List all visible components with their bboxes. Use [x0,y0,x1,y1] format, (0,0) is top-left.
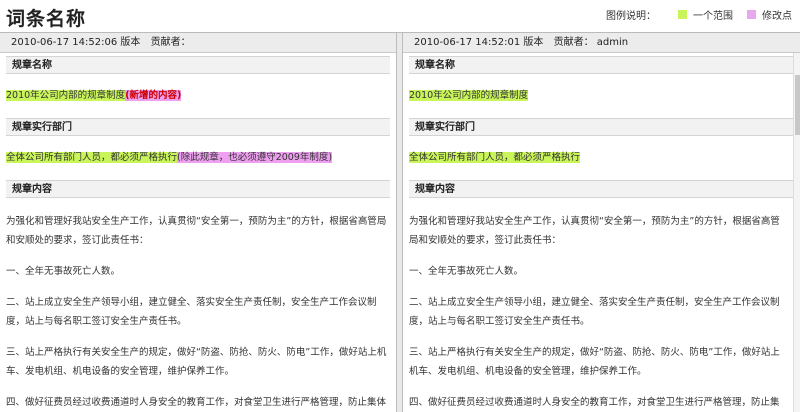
left-modification-highlight: (新增的内容) [125,90,182,101]
left-modification-highlight: (除此规章，也必须遵守2009年制度) [177,152,333,163]
right-version-header: 2010-06-17 14:52:01 版本 贡献者： admin [403,33,800,53]
right-paragraph: 三、站上严格执行有关安全生产的规定，做好“防盗、防抢、防火、防电”工作，做好站上… [409,347,780,377]
legend-item-scope-label: 一个范围 [693,11,733,22]
pane-divider[interactable] [396,33,403,412]
right-section-name-content: 2010年公司内部的规章制度 [403,89,800,102]
left-paragraph: 二、站上成立安全生产领导小组，建立健全、落实安全生产责任制，安全生产工作会议制度… [6,297,377,327]
left-section-heading-department: 规章实行部门 [6,118,390,136]
right-section-body: 为强化和管理好我站安全生产工作，认真贯彻“安全第一，预防为主”的方针，根据省高管… [403,212,800,412]
left-paragraph: 四、做好征费员经过收费通道时人身安全的教育工作，对食堂卫生进行严格管理，防止集体… [6,397,387,408]
legend-label: 图例说明： [606,11,656,22]
legend-item-modification-label: 修改点 [762,11,792,22]
legend-swatch-scope [678,10,687,19]
top-bar: 词条名称 图例说明： 一个范围 修改点 [0,0,800,32]
legend: 图例说明： 一个范围 修改点 [606,7,792,22]
page-title: 词条名称 [6,8,87,30]
right-contributor-name: admin [596,37,629,48]
right-section-heading-content: 规章内容 [409,180,794,198]
left-version-time: 2010-06-17 14:52:06 [11,37,118,48]
right-section-heading-department: 规章实行部门 [409,118,794,136]
right-paragraph: 二、站上成立安全生产领导小组，建立健全、落实安全生产责任制，安全生产工作会议制度… [409,297,780,327]
right-scope-highlight: 2010年公司内部的规章制度 [409,90,529,101]
left-contributor-label: 贡献者： [150,37,191,48]
legend-item-scope: 一个范围 [678,7,733,22]
left-scope-highlight: 2010年公司内部的规章制度 [6,90,126,101]
version-compare-view: 2010-06-17 14:52:06 版本 贡献者： 规章名称 2010年公司… [0,32,800,412]
left-section-name-content: 2010年公司内部的规章制度(新增的内容) [0,89,396,102]
left-section-department-content: 全体公司所有部门人员，都必须严格执行(除此规章，也必须遵守2009年制度) [0,151,396,164]
left-version-label: 版本 [120,37,141,48]
right-section-heading-name: 规章名称 [409,56,794,74]
right-version-label: 版本 [523,37,544,48]
legend-swatch-modification [747,10,756,19]
right-version-pane[interactable]: 2010-06-17 14:52:01 版本 贡献者： admin 规章名称 2… [403,33,800,412]
left-version-pane[interactable]: 2010-06-17 14:52:06 版本 贡献者： 规章名称 2010年公司… [0,33,396,412]
left-paragraph: 三、站上严格执行有关安全生产的规定，做好“防盗、防抢、防火、防电”工作，做好站上… [6,347,387,377]
right-scope-highlight: 全体公司所有部门人员，都必须严格执行 [409,152,581,163]
left-paragraph: 一、全年无事故死亡人数。 [6,266,121,277]
right-contributor-label: 贡献者： [553,37,594,48]
right-paragraph: 一、全年无事故死亡人数。 [409,266,524,277]
right-paragraph: 为强化和管理好我站安全生产工作，认真贯彻“安全第一，预防为主”的方针，根据省高管… [409,216,780,246]
right-section-department-content: 全体公司所有部门人员，都必须严格执行 [403,151,800,164]
legend-item-modification: 修改点 [747,7,792,22]
left-section-heading-name: 规章名称 [6,56,390,74]
left-scope-highlight: 全体公司所有部门人员，都必须严格执行 [6,152,178,163]
left-section-body: 为强化和管理好我站安全生产工作，认真贯彻“安全第一，预防为主”的方针，根据省高管… [0,212,396,412]
left-version-header: 2010-06-17 14:52:06 版本 贡献者： [0,33,396,53]
left-section-heading-content: 规章内容 [6,180,390,198]
right-scrollbar[interactable] [793,53,800,412]
left-paragraph: 为强化和管理好我站安全生产工作，认真贯彻“安全第一，预防为主”的方针，根据省高管… [6,216,387,246]
right-scrollbar-thumb[interactable] [795,75,800,135]
right-paragraph: 四、做好征费员经过收费通道时人身安全的教育工作，对食堂卫生进行严格管理，防止集体… [409,397,780,408]
right-version-time: 2010-06-17 14:52:01 [414,37,521,48]
